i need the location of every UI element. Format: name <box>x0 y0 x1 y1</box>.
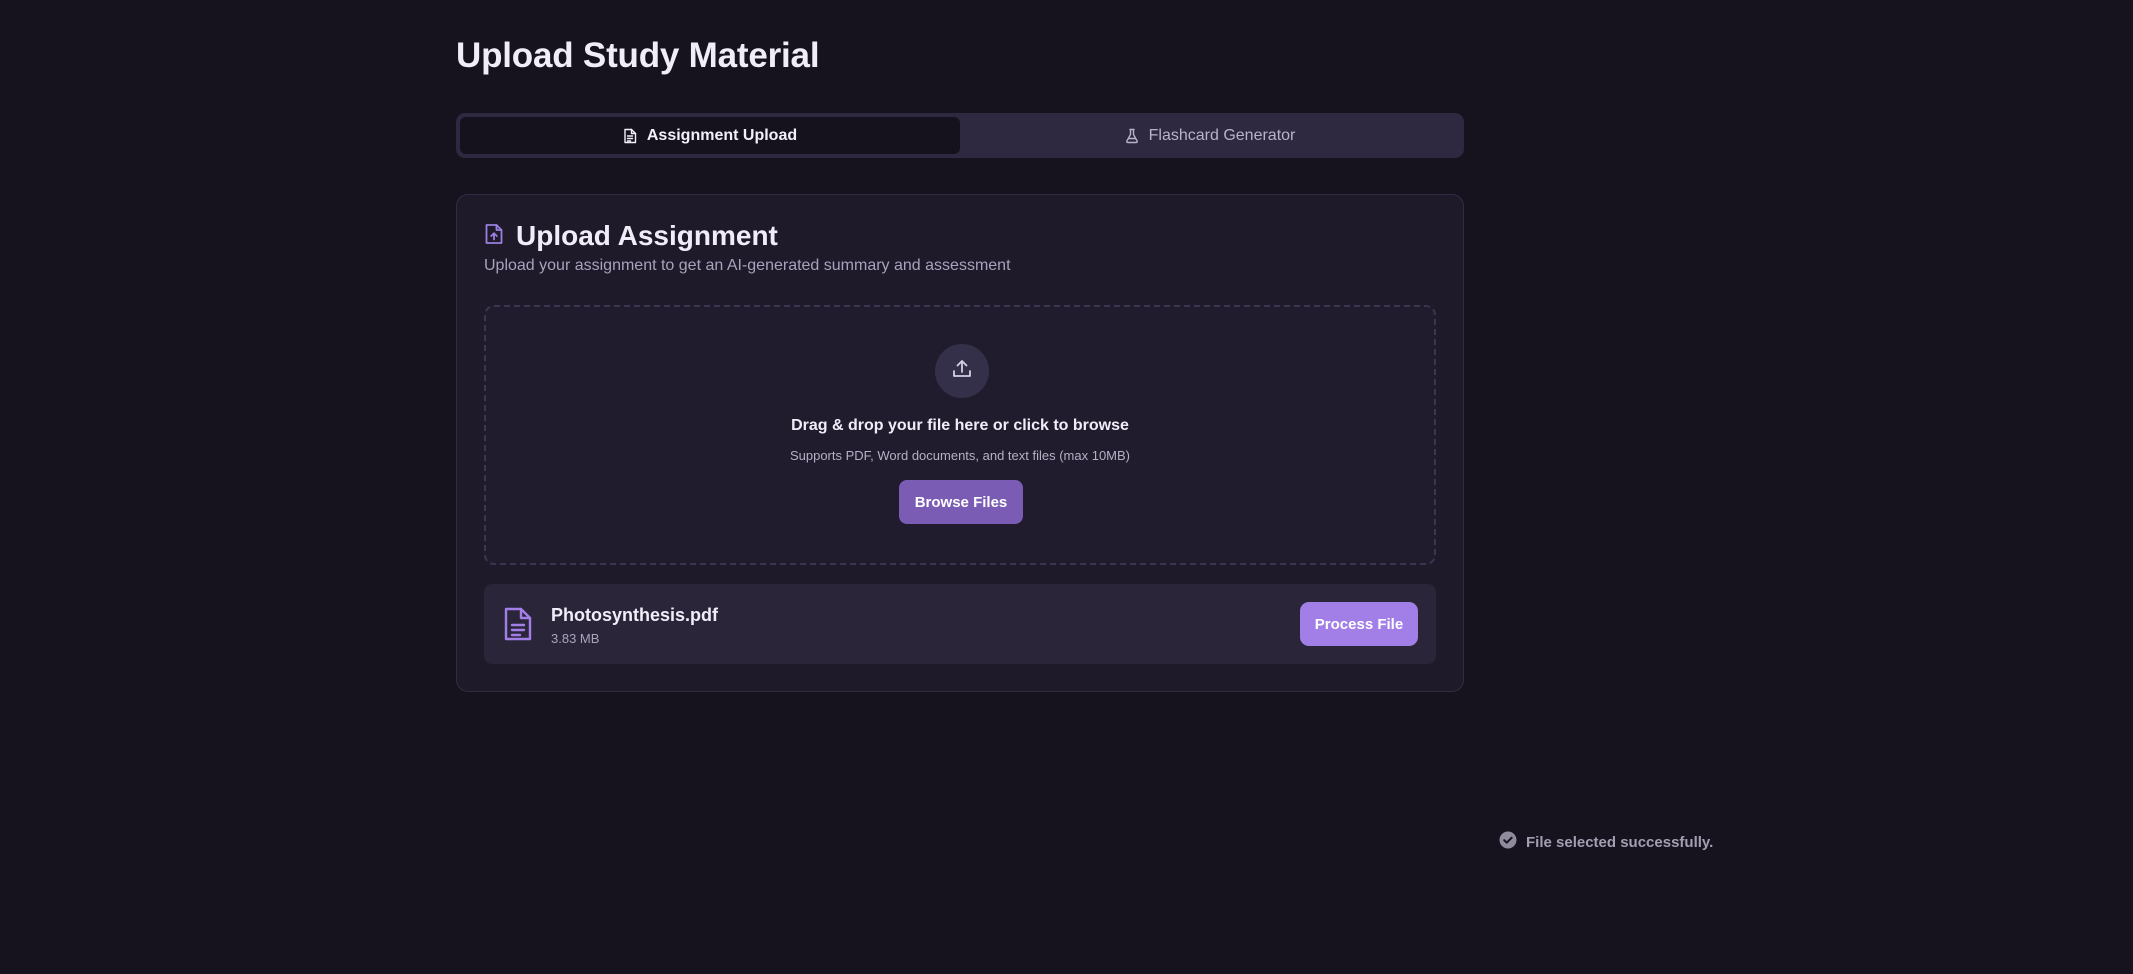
tab-flashcard-generator[interactable]: Flashcard Generator <box>960 117 1460 154</box>
page: Upload Study Material Assignment Upload <box>0 0 2133 974</box>
file-text-icon <box>623 128 637 144</box>
dropzone-supported-formats: Supports PDF, Word documents, and text f… <box>789 448 1131 463</box>
card-title: Upload Assignment <box>516 220 778 251</box>
selected-file-row: Photosynthesis.pdf 3.83 MB Process File <box>484 584 1436 664</box>
process-file-button[interactable]: Process File <box>1300 602 1418 646</box>
flask-icon <box>1125 128 1139 144</box>
dropzone-instructions: Drag & drop your file here or click to b… <box>791 417 1129 434</box>
tab-assignment-upload[interactable]: Assignment Upload <box>460 117 960 154</box>
tab-label: Assignment Upload <box>646 126 798 144</box>
document-icon <box>502 606 534 647</box>
success-toast: File selected successfully. <box>1499 831 1713 853</box>
browse-files-button[interactable]: Browse Files <box>899 480 1023 524</box>
upload-icon-circle <box>935 344 989 398</box>
check-circle-icon <box>1499 831 1517 853</box>
page-title: Upload Study Material <box>456 36 820 75</box>
file-size: 3.83 MB <box>551 631 600 646</box>
toast-message: File selected successfully. <box>1526 833 1714 851</box>
file-upload-icon <box>484 223 504 250</box>
file-dropzone[interactable]: Drag & drop your file here or click to b… <box>484 305 1436 565</box>
file-name: Photosynthesis.pdf <box>551 605 719 625</box>
tab-bar: Assignment Upload Flashcard Generator <box>456 113 1464 158</box>
upload-icon <box>950 357 974 386</box>
tab-label: Flashcard Generator <box>1148 126 1296 144</box>
upload-assignment-card: Upload Assignment Upload your assignment… <box>456 194 1464 692</box>
card-header: Upload Assignment <box>484 220 778 252</box>
card-description: Upload your assignment to get an AI-gene… <box>484 257 1011 274</box>
